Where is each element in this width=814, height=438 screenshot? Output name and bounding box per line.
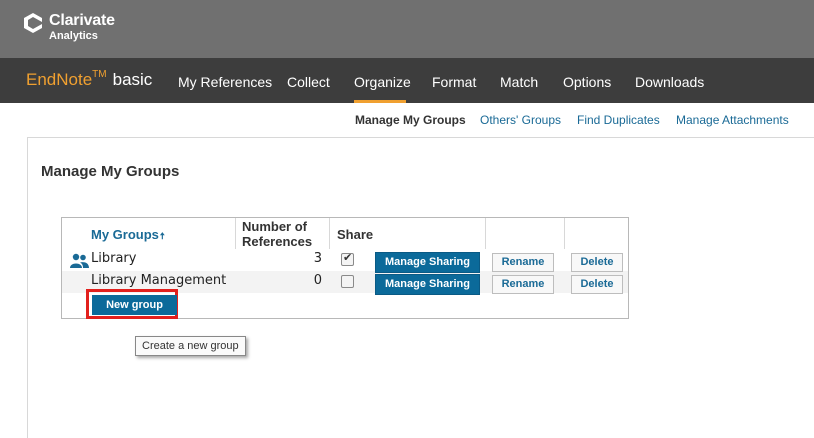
page-title: Manage My Groups — [41, 163, 180, 180]
column-header-number-line2: References — [242, 234, 313, 249]
shared-users-icon — [70, 253, 89, 268]
subnav-find-duplicates[interactable]: Find Duplicates — [577, 113, 660, 127]
column-header-my-groups[interactable]: My Groups🠅 — [91, 227, 165, 245]
share-checkbox[interactable]: ✔ — [341, 252, 354, 266]
share-checkbox[interactable] — [341, 275, 354, 288]
manage-sharing-button[interactable]: Manage Sharing — [375, 274, 480, 295]
nav-match[interactable]: Match — [500, 74, 538, 90]
header-divider — [564, 218, 565, 249]
tooltip: Create a new group — [135, 336, 246, 356]
brand-tm: TM — [92, 69, 107, 80]
rename-button[interactable]: Rename — [492, 253, 554, 272]
nav-format[interactable]: Format — [432, 74, 476, 90]
column-header-my-groups-label: My Groups — [91, 227, 159, 242]
header-divider — [235, 218, 236, 249]
delete-button[interactable]: Delete — [571, 275, 623, 294]
top-bar: Clarivate Analytics — [0, 0, 814, 58]
group-name[interactable]: Library Management — [91, 273, 226, 288]
nav-options[interactable]: Options — [563, 74, 611, 90]
main-nav-bar: EndNoteTM basic My References Collect Org… — [0, 58, 814, 103]
new-group-button[interactable]: New group — [92, 295, 177, 315]
column-header-number-of-references: Number of References — [242, 219, 312, 249]
nav-collect[interactable]: Collect — [287, 74, 330, 90]
active-nav-indicator — [354, 100, 406, 103]
nav-my-references[interactable]: My References — [178, 74, 272, 90]
header-divider — [329, 218, 330, 249]
brand-edition: basic — [112, 70, 153, 89]
nav-organize[interactable]: Organize — [354, 74, 411, 90]
subnav-others-groups[interactable]: Others' Groups — [480, 113, 561, 127]
company-subname: Analytics — [49, 30, 98, 42]
reference-count: 0 — [313, 273, 322, 288]
brand-name: EndNote — [26, 70, 93, 89]
group-name[interactable]: Library — [91, 251, 136, 266]
reference-count: 3 — [313, 251, 322, 266]
rename-button[interactable]: Rename — [492, 275, 554, 294]
manage-sharing-button[interactable]: Manage Sharing — [375, 252, 480, 273]
column-header-share: Share — [337, 227, 374, 242]
sort-up-icon: 🠅 — [159, 231, 165, 241]
delete-button[interactable]: Delete — [571, 253, 623, 272]
company-name: Clarivate — [49, 12, 115, 29]
subnav-manage-attachments[interactable]: Manage Attachments — [676, 113, 789, 127]
header-divider — [485, 218, 486, 249]
nav-downloads[interactable]: Downloads — [635, 74, 704, 90]
column-header-number-line1: Number of — [242, 219, 307, 234]
checkmark-icon: ✔ — [343, 252, 353, 264]
subnav-manage-my-groups[interactable]: Manage My Groups — [355, 113, 466, 127]
endnote-brand[interactable]: EndNoteTM basic — [26, 69, 153, 90]
clarivate-logo-icon — [24, 13, 42, 33]
